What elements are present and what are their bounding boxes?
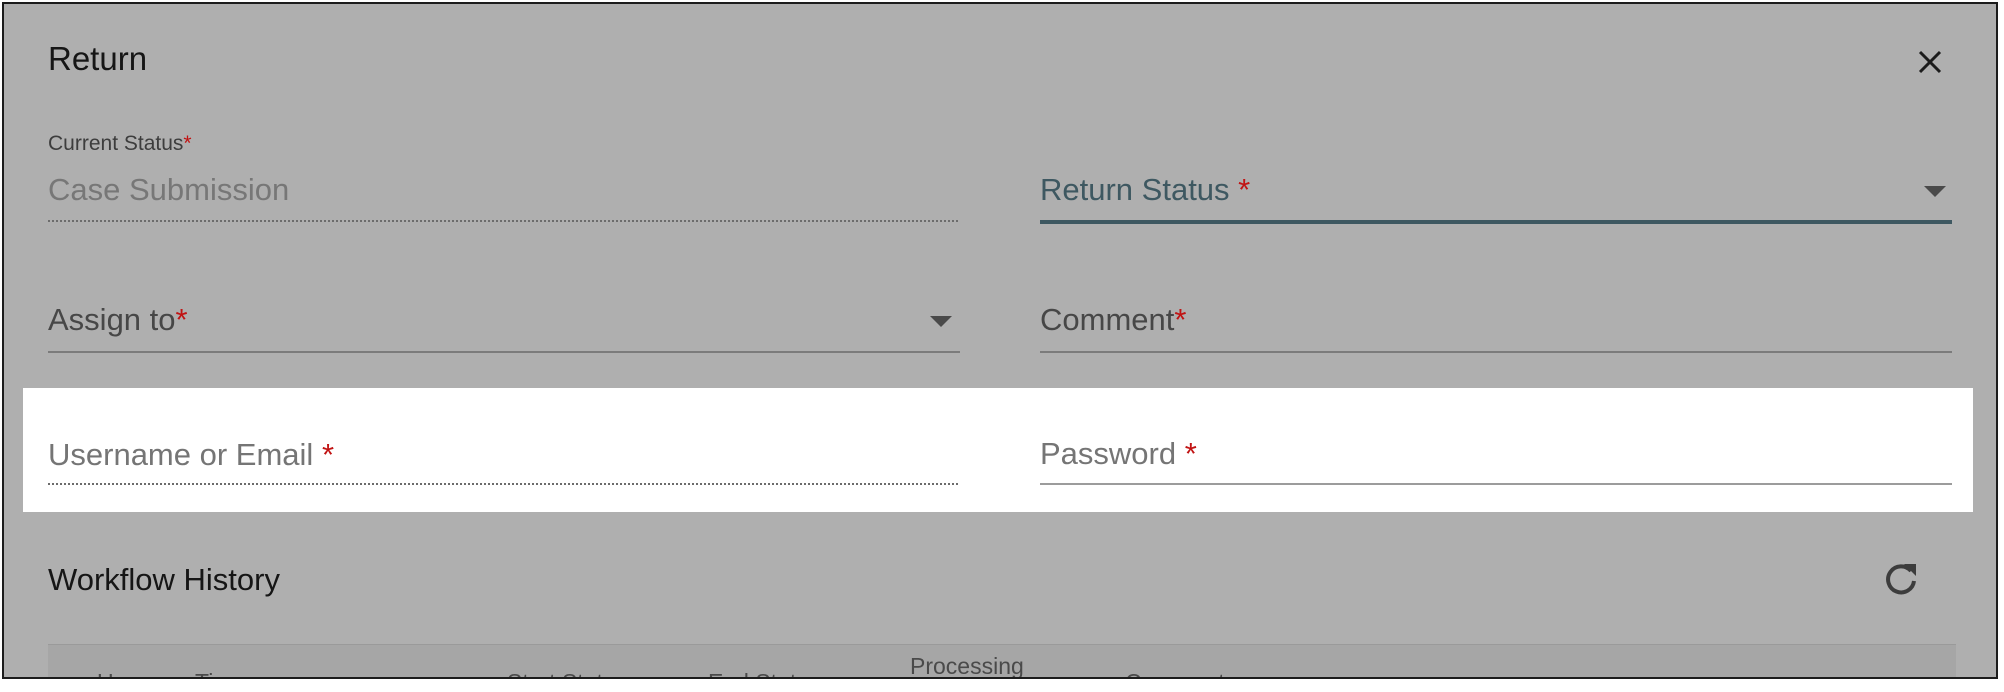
assign-to-label: Assign to — [48, 302, 176, 337]
password-field[interactable]: Password * — [1040, 436, 1197, 472]
return-status-dropdown[interactable]: Return Status * — [1040, 172, 1250, 208]
chevron-down-icon[interactable] — [930, 316, 952, 327]
comment-label: Comment — [1040, 302, 1175, 337]
required-mark: * — [1238, 172, 1251, 207]
column-header-end-status[interactable]: End Status — [708, 669, 821, 677]
password-label: Password — [1040, 436, 1177, 471]
username-label: Username or Email — [48, 437, 314, 472]
chevron-down-icon[interactable] — [1924, 186, 1946, 197]
column-header-comment[interactable]: Comment — [1125, 669, 1225, 677]
assign-to-dropdown[interactable]: Assign to* — [48, 302, 188, 338]
password-underline — [1040, 483, 1952, 485]
column-header-start-status[interactable]: Start Status — [507, 669, 627, 677]
required-mark: * — [175, 302, 188, 337]
dialog-title: Return — [48, 40, 148, 77]
close-icon[interactable] — [1910, 42, 1950, 82]
comment-field[interactable]: Comment* — [1040, 302, 1186, 338]
username-field[interactable]: Username or Email * — [48, 437, 334, 473]
refresh-icon[interactable] — [1880, 558, 1922, 600]
current-status-label: Current Status* — [48, 132, 192, 156]
username-underline — [48, 483, 958, 485]
credentials-section: Username or Email * Password * — [23, 388, 1973, 512]
workflow-history-title: Workflow History — [48, 562, 280, 597]
return-status-underline — [1040, 220, 1952, 224]
column-header-time[interactable]: Time — [195, 669, 245, 677]
required-mark: * — [321, 437, 335, 472]
comment-underline — [1040, 351, 1952, 353]
required-mark: * — [183, 132, 192, 155]
return-dialog: Return Current Status* Case Submission R… — [2, 2, 1998, 679]
modal-overlay — [4, 4, 1996, 677]
column-header-processing[interactable]: Processing — [910, 653, 1024, 677]
required-mark: * — [1184, 436, 1197, 471]
workflow-history-table-header: User Time Start Status End Status Proces… — [48, 644, 1956, 677]
current-status-label-text: Current Status — [48, 132, 184, 155]
current-status-value: Case Submission — [48, 172, 290, 207]
current-status-underline — [48, 220, 958, 222]
required-mark: * — [1174, 302, 1187, 337]
assign-to-underline — [48, 351, 960, 353]
return-status-label: Return Status — [1040, 172, 1230, 207]
column-header-user[interactable]: User — [97, 669, 146, 677]
